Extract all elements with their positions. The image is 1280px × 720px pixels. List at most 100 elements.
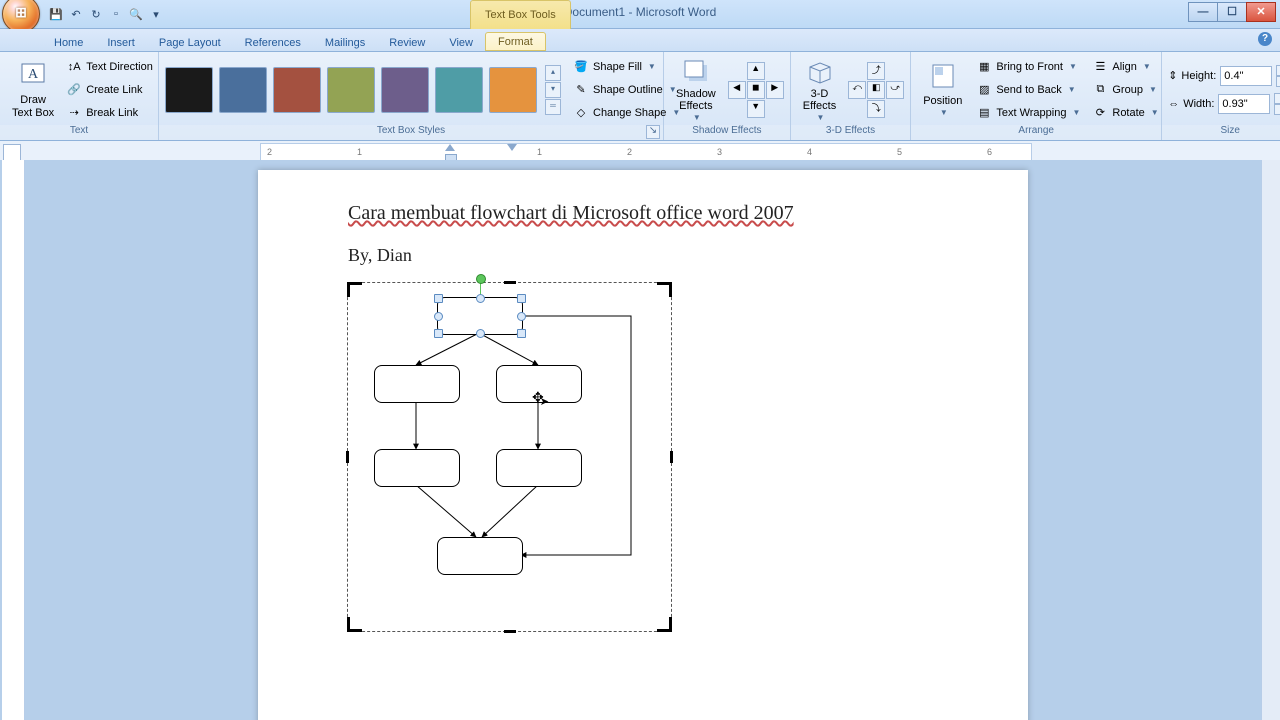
flowchart-box-bottom[interactable] (437, 537, 523, 575)
sel-handle-br[interactable] (517, 329, 526, 338)
sel-handle-tl[interactable] (434, 294, 443, 303)
shadow-nudge-up[interactable]: ▲ (747, 62, 765, 80)
shadow-toggle[interactable]: ◼ (747, 81, 765, 99)
flowchart-box-top[interactable] (437, 297, 523, 335)
undo-icon[interactable]: ↶ (68, 6, 84, 22)
tilt-down[interactable]: ⤵ (867, 100, 885, 118)
canvas-handle-top[interactable] (504, 281, 516, 284)
style-swatch-4[interactable] (327, 67, 375, 113)
sel-handle-mr[interactable] (517, 312, 526, 321)
maximize-button[interactable]: ☐ (1217, 2, 1247, 22)
document-area[interactable]: Cara membuat flowchart di Microsoft offi… (25, 160, 1261, 720)
help-icon[interactable]: ? (1258, 32, 1272, 46)
tab-page-layout[interactable]: Page Layout (147, 34, 233, 51)
flowchart-box-2a[interactable] (374, 365, 460, 403)
tilt-toggle[interactable]: ◧ (867, 81, 885, 99)
canvas-handle-tl[interactable] (347, 282, 362, 297)
group-arrange: Position▼ ▦Bring to Front▼ ▨Send to Back… (911, 52, 1162, 140)
bring-to-front-button[interactable]: ▦Bring to Front▼ (972, 56, 1084, 78)
canvas-handle-br[interactable] (657, 617, 672, 632)
window-controls: — ☐ ✕ (1188, 2, 1276, 22)
tilt-up[interactable]: ⤴ (867, 62, 885, 80)
style-swatch-1[interactable] (165, 67, 213, 113)
styles-dialog-launcher[interactable]: ↘ (646, 125, 660, 139)
canvas-handle-bottom[interactable] (504, 630, 516, 633)
gallery-up-button[interactable]: ▴ (545, 65, 561, 81)
width-input[interactable] (1218, 94, 1270, 114)
tab-review[interactable]: Review (377, 34, 437, 51)
tab-home[interactable]: Home (42, 34, 95, 51)
link-icon: 🔗 (66, 82, 82, 98)
shadow-nudge-right[interactable]: ▶ (766, 81, 784, 99)
canvas-handle-right[interactable] (670, 451, 673, 463)
drawing-canvas[interactable]: ✥➤ (347, 282, 672, 632)
gallery-down-button[interactable]: ▾ (545, 82, 561, 98)
align-button[interactable]: ☰Align▼ (1088, 56, 1162, 78)
sel-handle-bl[interactable] (434, 329, 443, 338)
print-preview-icon[interactable]: 🔍 (128, 6, 144, 22)
window-title: Document1 - Microsoft Word (0, 5, 1280, 19)
tab-insert[interactable]: Insert (95, 34, 147, 51)
height-label: Height: (1181, 70, 1216, 82)
text-direction-button[interactable]: ↕AText Direction (62, 56, 157, 78)
tab-references[interactable]: References (233, 34, 313, 51)
canvas-handle-bl[interactable] (347, 617, 362, 632)
style-swatch-5[interactable] (381, 67, 429, 113)
tab-format[interactable]: Format (485, 32, 546, 51)
tilt-right[interactable]: ⤻ (886, 81, 904, 99)
redo-icon[interactable]: ↻ (88, 6, 104, 22)
save-icon[interactable]: 💾 (48, 6, 64, 22)
first-line-indent-marker[interactable] (445, 144, 455, 151)
tab-view[interactable]: View (437, 34, 485, 51)
height-up[interactable]: ▴ (1276, 65, 1280, 76)
qat-more-icon[interactable]: ▾ (148, 6, 164, 22)
threed-effects-button[interactable]: 3-D Effects▼ (797, 55, 842, 125)
rotation-handle[interactable] (476, 274, 486, 284)
group-styles-label: Text Box Styles (159, 125, 663, 140)
page[interactable]: Cara membuat flowchart di Microsoft offi… (258, 170, 1028, 720)
draw-text-box-button[interactable]: A Draw Text Box (6, 55, 60, 125)
position-button[interactable]: Position▼ (917, 55, 968, 125)
sel-handle-tr[interactable] (517, 294, 526, 303)
hanging-indent-marker[interactable] (507, 144, 517, 151)
style-gallery[interactable]: ▴ ▾ ═ (165, 65, 561, 115)
canvas-handle-left[interactable] (346, 451, 349, 463)
new-doc-icon[interactable]: ▫ (108, 6, 124, 22)
width-up[interactable]: ▴ (1274, 93, 1280, 104)
cube-icon (804, 57, 834, 86)
flowchart-box-3a[interactable] (374, 449, 460, 487)
shadow-effects-button[interactable]: Shadow Effects▼ (670, 55, 722, 125)
shadow-nudge-down[interactable]: ▼ (747, 100, 765, 118)
group-button[interactable]: ⧉Group▼ (1088, 79, 1162, 101)
height-field: ⇕ Height: ▴▾ (1168, 65, 1280, 87)
rotate-icon: ⟳ (1092, 105, 1108, 121)
style-swatch-6[interactable] (435, 67, 483, 113)
shadow-nudge-left[interactable]: ◀ (728, 81, 746, 99)
style-swatch-3[interactable] (273, 67, 321, 113)
sel-handle-tm[interactable] (476, 294, 485, 303)
flowchart-box-3b[interactable] (496, 449, 582, 487)
flowchart-box-2b[interactable] (496, 365, 582, 403)
create-link-button[interactable]: 🔗Create Link (62, 79, 157, 101)
group-text-label: Text (0, 125, 158, 140)
width-field: ⇔ Width: ▴▾ (1168, 93, 1280, 115)
sel-handle-ml[interactable] (434, 312, 443, 321)
style-swatch-2[interactable] (219, 67, 267, 113)
gallery-more-button[interactable]: ═ (545, 99, 561, 115)
style-swatch-7[interactable] (489, 67, 537, 113)
tilt-left[interactable]: ⤺ (848, 81, 866, 99)
canvas-handle-tr[interactable] (657, 282, 672, 297)
vertical-scrollbar[interactable] (1261, 160, 1280, 720)
vertical-ruler[interactable] (2, 160, 25, 720)
minimize-button[interactable]: — (1188, 2, 1218, 22)
width-down[interactable]: ▾ (1274, 104, 1280, 115)
send-to-back-button[interactable]: ▨Send to Back▼ (972, 79, 1084, 101)
close-button[interactable]: ✕ (1246, 2, 1276, 22)
break-link-button[interactable]: ⇢Break Link (62, 102, 157, 124)
tab-mailings[interactable]: Mailings (313, 34, 377, 51)
sel-handle-bm[interactable] (476, 329, 485, 338)
height-down[interactable]: ▾ (1276, 76, 1280, 87)
height-input[interactable] (1220, 66, 1272, 86)
text-wrapping-button[interactable]: ▤Text Wrapping▼ (972, 102, 1084, 124)
rotate-button[interactable]: ⟳Rotate▼ (1088, 102, 1162, 124)
